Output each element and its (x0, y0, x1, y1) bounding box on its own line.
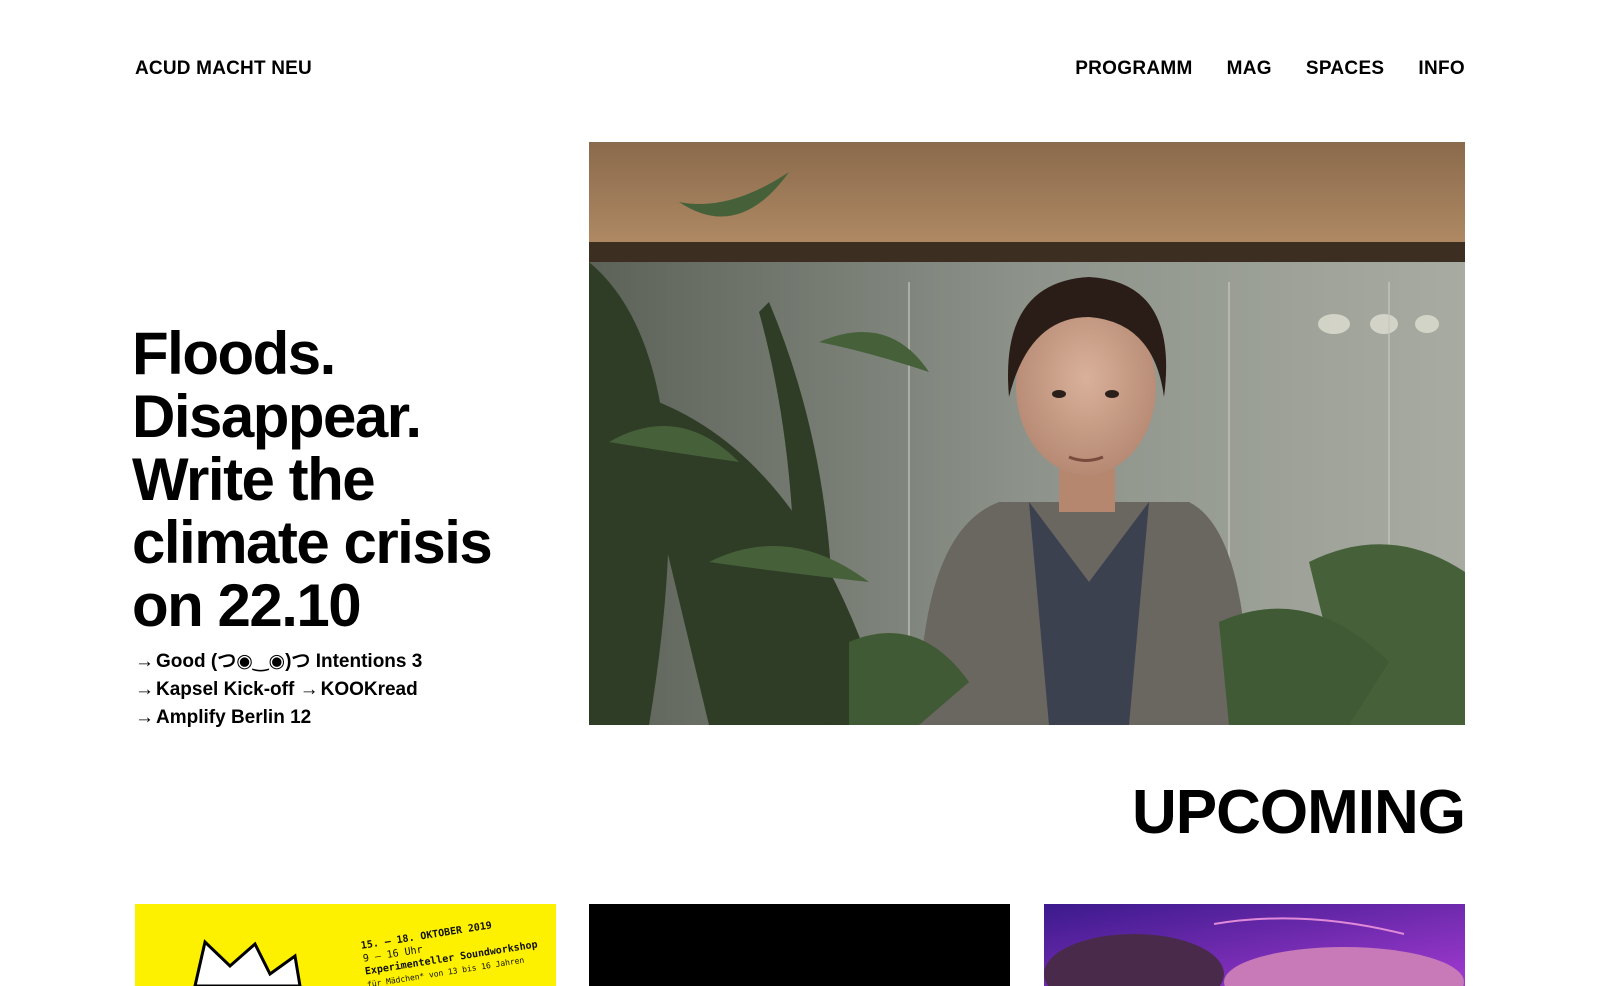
link-label: Amplify Berlin 12 (156, 707, 312, 728)
hero-link-kapsel[interactable]: → Kapsel Kick-off (135, 676, 294, 704)
nav-item-mag[interactable]: MAG (1227, 58, 1272, 80)
hero-link-kookread[interactable]: → KOOKread (300, 676, 418, 704)
upcoming-card-2[interactable] (589, 904, 1010, 986)
headline-line: Disappear. (132, 383, 422, 450)
nav-item-info[interactable]: INFO (1418, 58, 1465, 80)
arrow-right-icon: → (135, 707, 154, 728)
upcoming-heading: UPCOMING (1132, 778, 1466, 847)
upcoming-card-3[interactable] (1044, 904, 1465, 986)
link-label: Kapsel Kick-off (156, 679, 295, 700)
headline-line: Write the (132, 446, 376, 513)
hero-headline[interactable]: Floods. Disappear. Write the climate cri… (132, 322, 562, 637)
link-label: Good (つ◉‿◉)つ Intentions 3 (156, 651, 423, 672)
hero-link-row: → Kapsel Kick-off → KOOKread (135, 676, 565, 704)
hero-link-row: → Amplify Berlin 12 (135, 704, 565, 732)
site-header: ACUD MACHT NEU PROGRAMM MAG SPACES INFO (135, 58, 1465, 82)
site-logo[interactable]: ACUD MACHT NEU (135, 58, 312, 80)
hero-image[interactable] (589, 142, 1465, 725)
headline-line: on 22.10 (132, 572, 362, 639)
headline-line: Floods. (132, 320, 336, 387)
hero-link-list: → Good (つ◉‿◉)つ Intentions 3 → Kapsel Kick-… (135, 648, 565, 732)
arrow-right-icon: → (135, 651, 154, 672)
headline-line: climate crisis (132, 509, 493, 576)
hero-link-amplify[interactable]: → Amplify Berlin 12 (135, 704, 311, 732)
hero-headline-block: Floods. Disappear. Write the climate cri… (132, 322, 562, 637)
arrow-right-icon: → (299, 679, 319, 700)
link-label: KOOKread (320, 679, 418, 700)
hero-link-row: → Good (つ◉‿◉)つ Intentions 3 (135, 648, 565, 676)
portrait-among-plants (589, 142, 1465, 725)
arrow-right-icon: → (135, 679, 154, 700)
purple-stage-photo (1044, 904, 1465, 986)
nav-item-spaces[interactable]: SPACES (1306, 58, 1385, 80)
hero-link-good-intentions[interactable]: → Good (つ◉‿◉)つ Intentions 3 (135, 648, 422, 676)
upcoming-card-soundworkshop[interactable]: 15. – 18. OKTOBER 2019 9 – 16 Uhr Experi… (135, 904, 556, 986)
main-nav: PROGRAMM MAG SPACES INFO (1075, 58, 1465, 80)
nav-item-programm[interactable]: PROGRAMM (1075, 58, 1192, 80)
